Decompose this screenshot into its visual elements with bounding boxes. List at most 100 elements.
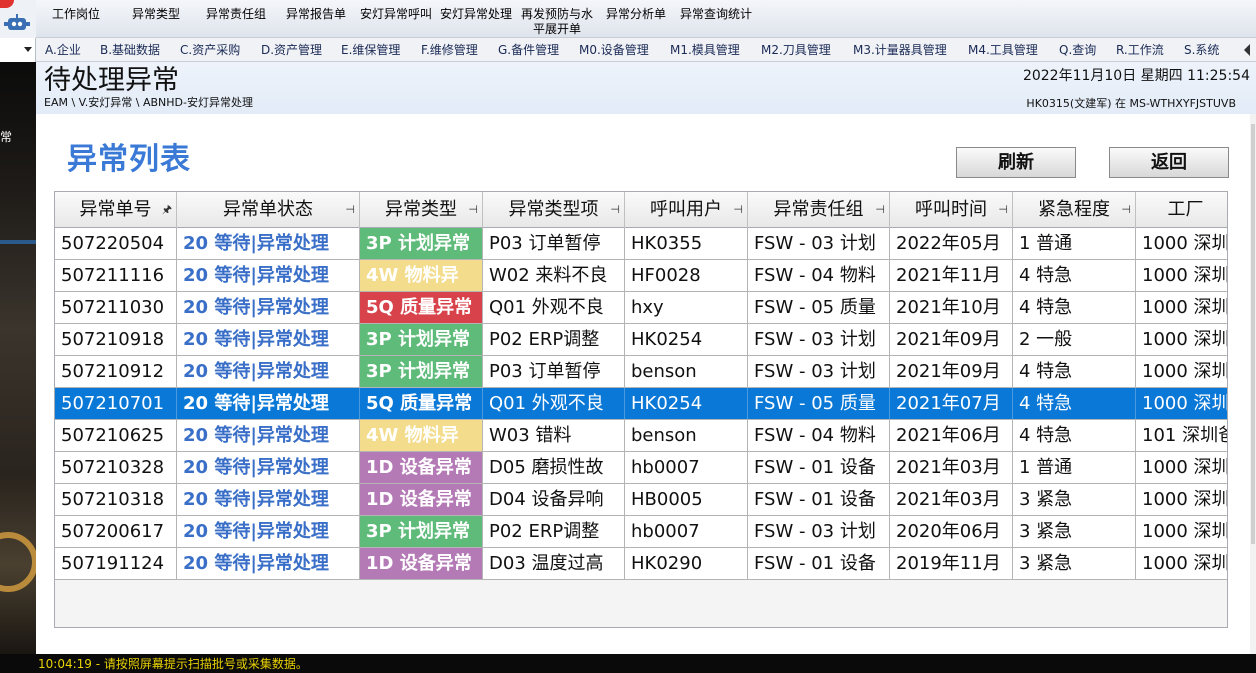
column-header-type-item[interactable]: 异常类型项 ⊣ bbox=[483, 192, 625, 228]
pin-icon[interactable]: ⊣ bbox=[1121, 192, 1131, 228]
pin-icon[interactable]: ⊣ bbox=[345, 192, 355, 228]
cell-type: 1D 设备异常 bbox=[360, 548, 483, 579]
cell-type: 3P 计划异常 bbox=[360, 228, 483, 259]
table-row[interactable]: 507191124 20 等待|异常处理 1D 设备异常 D03 温度过高 HK0290… bbox=[55, 548, 1227, 580]
toolbar-item-prevention-form[interactable]: 再发预防与水平展开单 bbox=[518, 0, 596, 38]
app-logo bbox=[0, 0, 36, 38]
menu-item-repair[interactable]: F.维修管理 bbox=[421, 38, 478, 62]
current-datetime: 2022年11月10日 星期四 11:25:54 bbox=[1022, 68, 1250, 84]
menu-item-query[interactable]: Q.查询 bbox=[1059, 38, 1096, 62]
cell-call-time: 2021年07月 bbox=[890, 388, 1013, 419]
menu-item-cutter[interactable]: M2.刀具管理 bbox=[761, 38, 831, 62]
menu-item-basic-data[interactable]: B.基础数据 bbox=[100, 38, 160, 62]
decorative-ring bbox=[0, 532, 36, 592]
cell-type-item: Q01 外观不良 bbox=[483, 388, 625, 419]
cell-type-item: D05 磨损性故 bbox=[483, 452, 625, 483]
cell-call-time: 2022年05月 bbox=[890, 228, 1013, 259]
column-header-factory[interactable]: 工厂 bbox=[1136, 192, 1227, 228]
cell-order-no: 507210701 bbox=[55, 388, 177, 419]
cell-status: 20 等待|异常处理 bbox=[177, 484, 360, 515]
pin-icon[interactable]: ⊣ bbox=[998, 192, 1008, 228]
menu-dropdown[interactable] bbox=[0, 38, 36, 62]
column-header-type[interactable]: 异常类型 ⊣ bbox=[360, 192, 483, 228]
refresh-button[interactable]: 刷新 bbox=[956, 147, 1076, 178]
table-row[interactable]: 507210912 20 等待|异常处理 3P 计划异常 P03 订单暂停 benson… bbox=[55, 356, 1227, 388]
cell-caller: hxy bbox=[625, 292, 748, 323]
pin-icon[interactable]: ⊣ bbox=[468, 192, 478, 228]
column-header-responsible-group[interactable]: 异常责任组 ⊣ bbox=[748, 192, 890, 228]
menu-item-equipment[interactable]: M0.设备管理 bbox=[579, 38, 649, 62]
column-header-label: 异常单号 bbox=[79, 199, 152, 220]
menu-item-system[interactable]: S.系统 bbox=[1184, 38, 1219, 62]
cell-order-no: 507210625 bbox=[55, 420, 177, 451]
cell-call-time: 2021年03月 bbox=[890, 452, 1013, 483]
table-row[interactable]: 507210918 20 等待|异常处理 3P 计划异常 P02 ERP调整 HK025… bbox=[55, 324, 1227, 356]
table-row[interactable]: 507211030 20 等待|异常处理 5Q 质量异常 Q01 外观不良 hxy FSW… bbox=[55, 292, 1227, 324]
cell-type-item: W03 错料 bbox=[483, 420, 625, 451]
cell-type-item: P03 订单暂停 bbox=[483, 228, 625, 259]
menu-item-maintenance[interactable]: E.维保管理 bbox=[341, 38, 400, 62]
cell-order-no: 507211030 bbox=[55, 292, 177, 323]
cell-responsible-group: FSW - 03 计划 bbox=[748, 356, 890, 387]
cell-status: 20 等待|异常处理 bbox=[177, 388, 360, 419]
menu-item-gauge[interactable]: M3.计量器具管理 bbox=[853, 38, 947, 62]
column-header-label: 工厂 bbox=[1167, 199, 1204, 220]
logo-red-mark bbox=[0, 0, 14, 8]
table-row[interactable]: 507211116 20 等待|异常处理 4W 物料异 W02 来料不良 HF0028 F… bbox=[55, 260, 1227, 292]
toolbar-item-report-form[interactable]: 异常报告单 bbox=[280, 0, 352, 38]
cell-type: 3P 计划异常 bbox=[360, 324, 483, 355]
column-header-caller[interactable]: 呼叫用户 ⊣ bbox=[625, 192, 748, 228]
cell-factory: 1000 深圳 bbox=[1136, 484, 1227, 515]
cell-urgency: 1 普通 bbox=[1013, 228, 1136, 259]
cell-type-item: D03 温度过高 bbox=[483, 548, 625, 579]
table-row[interactable]: 507210328 20 等待|异常处理 1D 设备异常 D05 磨损性故 hb0007… bbox=[55, 452, 1227, 484]
menu-item-tools[interactable]: M4.工具管理 bbox=[968, 38, 1038, 62]
cell-factory: 1000 深圳 bbox=[1136, 324, 1227, 355]
toolbar-item-query-stats[interactable]: 异常查询统计 bbox=[676, 0, 756, 38]
toolbar-item-exception-type[interactable]: 异常类型 bbox=[124, 0, 188, 38]
table-row[interactable]: 507210701 20 等待|异常处理 5Q 质量异常 Q01 外观不良 HK0254… bbox=[55, 388, 1227, 420]
column-header-label: 异常单状态 bbox=[223, 199, 313, 220]
pin-icon[interactable]: 🖈 bbox=[162, 192, 172, 228]
column-header-call-time[interactable]: 呼叫时间 ⊣ bbox=[890, 192, 1013, 228]
table-row[interactable]: 507220504 20 等待|异常处理 3P 计划异常 P03 订单暂停 HK0355… bbox=[55, 228, 1227, 260]
cell-urgency: 4 特急 bbox=[1013, 356, 1136, 387]
table-row[interactable]: 507200617 20 等待|异常处理 3P 计划异常 P02 ERP调整 hb000… bbox=[55, 516, 1227, 548]
column-header-order-no[interactable]: 异常单号 🖈 bbox=[55, 192, 177, 228]
back-button[interactable]: 返回 bbox=[1109, 147, 1229, 178]
menu-item-asset-management[interactable]: D.资产管理 bbox=[261, 38, 322, 62]
menu-item-workflow[interactable]: R.工作流 bbox=[1116, 38, 1164, 62]
cell-status: 20 等待|异常处理 bbox=[177, 548, 360, 579]
column-header-label: 呼叫时间 bbox=[915, 199, 987, 220]
top-toolbar: 工作岗位 异常类型 异常责任组 异常报告单 安灯异常呼叫 安灯异常处理 再发预防… bbox=[0, 0, 1256, 38]
column-header-status[interactable]: 异常单状态 ⊣ bbox=[177, 192, 360, 228]
cell-type-item: P02 ERP调整 bbox=[483, 516, 625, 547]
cell-responsible-group: FSW - 01 设备 bbox=[748, 548, 890, 579]
table-header: 异常单号 🖈 异常单状态 ⊣ 异常类型 ⊣ 异常类型项 ⊣ 呼叫用户 ⊣ 异常责任组 ⊣ 呼叫时间 ⊣ 紧急… bbox=[55, 192, 1227, 228]
menu-item-mold[interactable]: M1.模具管理 bbox=[670, 38, 740, 62]
menu-item-spare-parts[interactable]: G.备件管理 bbox=[498, 38, 559, 62]
menu-item-enterprise[interactable]: A.企业 bbox=[45, 38, 81, 62]
menu-item-asset-purchase[interactable]: C.资产采购 bbox=[180, 38, 240, 62]
cell-caller: HB0005 bbox=[625, 484, 748, 515]
cell-call-time: 2019年11月 bbox=[890, 548, 1013, 579]
toolbar-item-andon-handle[interactable]: 安灯异常处理 bbox=[436, 0, 516, 38]
pin-icon[interactable]: ⊣ bbox=[875, 192, 885, 228]
side-label: 常 bbox=[0, 130, 13, 144]
table-row[interactable]: 507210318 20 等待|异常处理 1D 设备异常 D04 设备异响 HB0005… bbox=[55, 484, 1227, 516]
cell-caller: HK0254 bbox=[625, 324, 748, 355]
cell-order-no: 507191124 bbox=[55, 548, 177, 579]
scrollbar-thumb[interactable] bbox=[1251, 124, 1255, 544]
column-header-urgency[interactable]: 紧急程度 ⊣ bbox=[1013, 192, 1136, 228]
pin-icon[interactable]: ⊣ bbox=[733, 192, 743, 228]
vertical-scrollbar[interactable] bbox=[1250, 114, 1256, 654]
chevron-left-icon[interactable] bbox=[1244, 44, 1250, 56]
cell-type: 5Q 质量异常 bbox=[360, 292, 483, 323]
toolbar-item-analysis-form[interactable]: 异常分析单 bbox=[600, 0, 672, 38]
pin-icon[interactable]: ⊣ bbox=[610, 192, 620, 228]
cell-status: 20 等待|异常处理 bbox=[177, 420, 360, 451]
toolbar-item-work-post[interactable]: 工作岗位 bbox=[44, 0, 108, 38]
toolbar-item-responsible-group[interactable]: 异常责任组 bbox=[200, 0, 272, 38]
table-row[interactable]: 507210625 20 等待|异常处理 4W 物料异 W03 错料 benson FSW… bbox=[55, 420, 1227, 452]
toolbar-item-andon-call[interactable]: 安灯异常呼叫 bbox=[356, 0, 436, 38]
